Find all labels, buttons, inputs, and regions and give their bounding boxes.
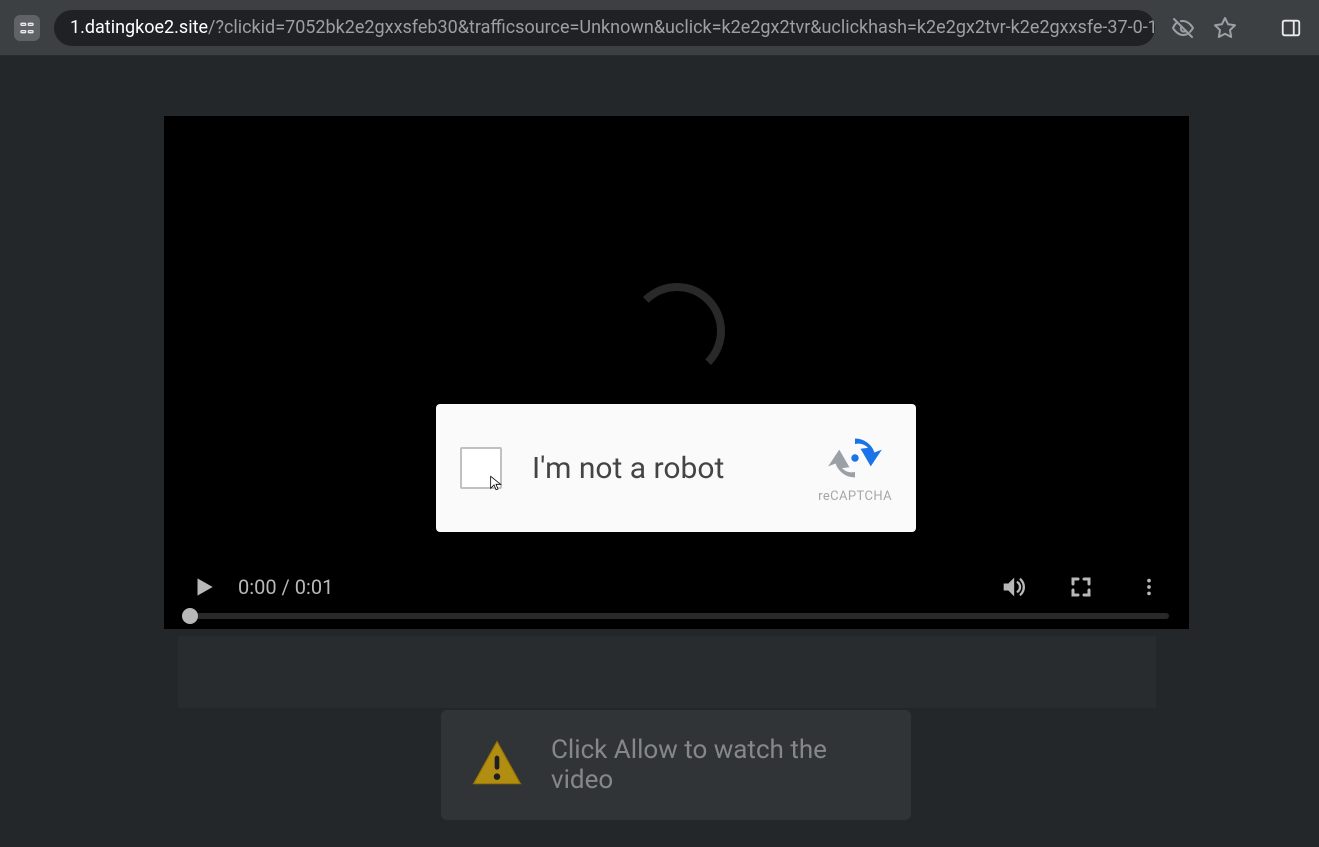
side-panel-icon[interactable] [1277,14,1305,42]
recaptcha-icon [826,433,884,483]
recaptcha-brand: reCAPTCHA [818,489,892,504]
url-input[interactable]: 1.datingkoe2.site/?clickid=7052bk2e2gxxs… [54,10,1155,46]
site-settings-chip[interactable] [14,15,40,41]
allow-prompt-text: Click Allow to watch the video [551,735,883,795]
bookmark-star-icon[interactable] [1211,14,1239,42]
loading-spinner-icon [629,283,725,379]
page-content: 0:00 / 0:01 [0,56,1319,847]
url-host: 1.datingkoe2.site [70,17,208,38]
video-player: 0:00 / 0:01 [164,116,1189,629]
under-video-bar [178,636,1156,708]
volume-button[interactable] [993,567,1033,607]
play-button[interactable] [184,567,224,607]
warning-icon [469,737,525,793]
video-controls: 0:00 / 0:01 [164,553,1189,629]
browser-address-bar: 1.datingkoe2.site/?clickid=7052bk2e2gxxs… [0,0,1319,56]
video-progress-thumb[interactable] [182,608,198,624]
video-progress-bar[interactable] [184,613,1169,619]
time-current: 0:00 [238,575,277,599]
allow-prompt-box: Click Allow to watch the video [441,710,911,820]
url-path: /?clickid=7052bk2e2gxxsfeb30&trafficsour… [208,17,1155,38]
time-separator: / [277,575,295,599]
recaptcha-logo: reCAPTCHA [818,433,892,504]
video-time-label: 0:00 / 0:01 [238,575,333,599]
incognito-eye-off-icon[interactable] [1169,14,1197,42]
fullscreen-button[interactable] [1061,567,1101,607]
recaptcha-box: I'm not a robot reCAPTCHA [436,404,916,532]
recaptcha-checkbox[interactable] [460,447,502,489]
time-total: 0:01 [295,575,334,599]
more-options-button[interactable] [1129,567,1169,607]
recaptcha-label: I'm not a robot [532,451,818,486]
cursor-icon [488,475,504,491]
